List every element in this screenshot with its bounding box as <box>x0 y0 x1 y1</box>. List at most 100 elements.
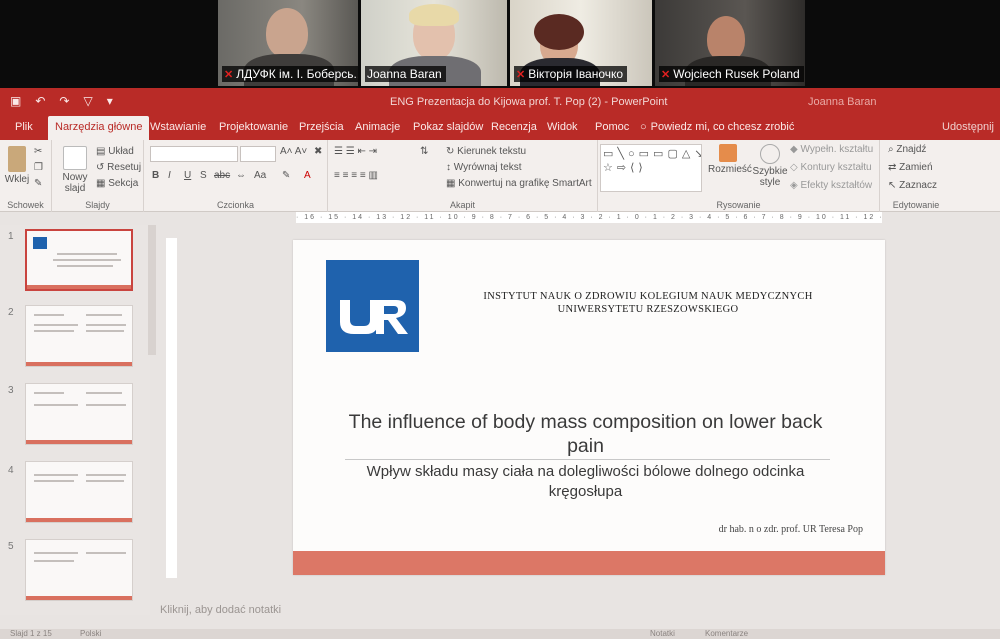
tab-home[interactable]: Narzędzia główne <box>48 116 150 140</box>
title-bar: ▣ ↶ ↷ ▽ ▾ ENG Prezentacja do Kijowa prof… <box>0 88 1000 116</box>
slide-author: dr hab. n o zdr. prof. UR Teresa Pop <box>718 524 863 535</box>
slide-thumbnail-1[interactable] <box>25 229 133 291</box>
horizontal-ruler[interactable]: · 16 · 15 · 14 · 13 · 12 · 11 · 10 · 9 ·… <box>296 212 882 223</box>
shape-outline-label: Kontury kształtu <box>800 162 872 173</box>
text-direction-button[interactable]: ↻ Kierunek tekstu <box>446 146 526 157</box>
shadow-button[interactable]: S <box>200 170 207 181</box>
redo-icon[interactable]: ↷ <box>59 94 69 108</box>
arrange-icon <box>719 144 737 162</box>
slide-thumbnail-5[interactable] <box>25 539 133 601</box>
signed-in-user[interactable]: Joanna Baran <box>808 96 877 108</box>
arrange-button[interactable]: Rozmieść <box>708 144 752 175</box>
new-slide-button[interactable]: Nowy slajd <box>58 146 92 194</box>
slide-thumbnails-panel: 1 2 3 4 5 <box>0 225 150 615</box>
participant-tile-3[interactable]: ✕ Вікторія Іваночко <box>510 0 652 86</box>
section-button[interactable]: ▦ Sekcja <box>96 178 138 189</box>
tell-me-search[interactable]: ○ Powiedz mi, co chcesz zrobić <box>640 116 794 138</box>
cut-icon[interactable]: ✂ <box>34 146 42 157</box>
text-direction-label: Kierunek tekstu <box>457 146 527 157</box>
reset-button[interactable]: ↺ Resetuj <box>96 162 141 173</box>
spacing-icon[interactable]: ⇔ <box>236 170 246 181</box>
grow-font-icon[interactable]: A˄ A˅ <box>280 146 307 157</box>
slide-thumbnail-4[interactable] <box>25 461 133 523</box>
tab-help[interactable]: Pomoc <box>588 116 636 140</box>
participant-tile-1[interactable]: ✕ ЛДУФК ім. І. Боберсь... <box>218 0 358 86</box>
comments-toggle[interactable]: Komentarze <box>705 629 748 638</box>
thumbnail-number: 5 <box>8 541 14 552</box>
section-label: Sekcja <box>108 178 139 189</box>
line-spacing-icon[interactable]: ⇅ <box>420 146 428 157</box>
save-icon[interactable]: ▣ <box>10 94 21 108</box>
present-icon[interactable]: ▽ <box>83 94 92 108</box>
replace-button[interactable]: ⇄ Zamień <box>888 162 933 173</box>
tab-transitions[interactable]: Przejścia <box>292 116 351 140</box>
shape-effects-button[interactable]: ◈ Efekty kształtów <box>790 180 872 191</box>
notes-placeholder[interactable]: Kliknij, aby dodać notatki <box>160 604 281 616</box>
group-clipboard: Wklej ✂ ❐ ✎ Schowek <box>0 140 52 212</box>
paste-label: Wklej <box>4 174 30 185</box>
quick-styles-button[interactable]: Szybkie style <box>752 144 788 188</box>
tab-animations[interactable]: Animacje <box>348 116 407 140</box>
group-editing: ⌕ Znajdź ⇄ Zamień ↖ Zaznacz Edytowanie <box>880 140 952 212</box>
paste-button[interactable]: Wklej <box>4 146 30 185</box>
language-indicator[interactable]: Polski <box>80 629 101 638</box>
tab-view[interactable]: Widok <box>540 116 585 140</box>
font-group-label: Czcionka <box>216 200 254 210</box>
font-size-dropdown[interactable] <box>240 146 276 162</box>
thumbnail-number: 2 <box>8 307 14 318</box>
tab-review[interactable]: Recenzja <box>484 116 544 140</box>
status-bar: Slajd 1 z 15 Polski Notatki Komentarze <box>0 629 1000 639</box>
institute-line-2: UNIWERSYTETU RZESZOWSKIEGO <box>557 304 739 315</box>
shape-outline-button[interactable]: ◇ Kontury kształtu <box>790 162 872 173</box>
notes-toggle[interactable]: Notatki <box>650 629 675 638</box>
italic-button[interactable]: I <box>168 170 171 181</box>
bold-button[interactable]: B <box>152 170 159 181</box>
select-label: Zaznacz <box>899 180 937 191</box>
strikethrough-button[interactable]: abc <box>214 170 230 181</box>
smartart-button[interactable]: ▦ Konwertuj na grafikę SmartArt <box>446 178 592 189</box>
clipboard-icon <box>8 146 26 172</box>
vertical-ruler[interactable] <box>166 238 177 578</box>
undo-icon[interactable]: ↶ <box>35 94 45 108</box>
new-slide-label: Nowy slajd <box>62 172 88 194</box>
underline-button[interactable]: U <box>184 170 191 181</box>
drawing-group-label: Rysowanie <box>716 200 761 210</box>
tab-slideshow[interactable]: Pokaz slajdów <box>406 116 490 140</box>
align-text-button[interactable]: ↕ Wyrównaj tekst <box>446 162 522 173</box>
layout-button[interactable]: ▤ Układ <box>96 146 134 157</box>
shape-fill-button[interactable]: ◆ Wypełn. kształtu <box>790 144 873 155</box>
participant-tile-4[interactable]: ✕ Wojciech Rusek Poland <box>655 0 805 86</box>
tab-design[interactable]: Projektowanie <box>212 116 295 140</box>
share-button[interactable]: Udostępnij <box>942 116 994 138</box>
format-painter-icon[interactable]: ✎ <box>34 178 42 189</box>
thumbnail-scrollbar[interactable] <box>148 225 156 355</box>
clear-format-icon[interactable]: ✖ <box>314 146 322 157</box>
university-logo <box>326 260 419 352</box>
customize-qat-icon[interactable]: ▾ <box>107 94 113 108</box>
group-slides: Nowy slajd ▤ Układ ↺ Resetuj ▦ Sekcja Sl… <box>52 140 144 212</box>
video-call-strip: ✕ ЛДУФК ім. І. Боберсь... Joanna Baran ✕ В… <box>0 0 1000 88</box>
participant-tile-2[interactable]: Joanna Baran <box>361 0 507 86</box>
participant-name: Wojciech Rusek Poland <box>673 67 800 81</box>
participant-name: Вікторія Іваночко <box>528 67 624 81</box>
document-title: ENG Prezentacja do Kijowa prof. T. Pop (… <box>390 96 668 108</box>
change-case-button[interactable]: Aa <box>254 170 266 181</box>
slide-thumbnail-3[interactable] <box>25 383 133 445</box>
tab-file[interactable]: Plik <box>8 116 40 140</box>
layout-label: Układ <box>108 146 134 157</box>
slide-canvas[interactable]: INSTYTUT NAUK O ZDROWIU KOLEGIUM NAUK ME… <box>293 240 885 575</box>
select-button[interactable]: ↖ Zaznacz <box>888 180 937 191</box>
thumbnail-number: 1 <box>8 231 14 242</box>
copy-icon[interactable]: ❐ <box>34 162 43 173</box>
align-icons[interactable]: ≡ ≡ ≡ ≡ ▥ <box>334 170 378 181</box>
font-name-dropdown[interactable] <box>150 146 238 162</box>
slide-counter: Slajd 1 z 15 <box>10 629 52 638</box>
find-button[interactable]: ⌕ Znajdź <box>888 144 926 155</box>
tab-insert[interactable]: Wstawianie <box>143 116 213 140</box>
bullets-icon[interactable]: ☰ ☰ ⇤ ⇥ <box>334 146 377 157</box>
slide-thumbnail-2[interactable] <box>25 305 133 367</box>
font-color-icon[interactable]: A <box>304 170 311 181</box>
shapes-gallery[interactable]: ▭╲○▭▭▢△↘↗↔→↓{}☆⇨⟨⟩ <box>600 144 702 192</box>
highlight-icon[interactable]: ✎ <box>282 170 290 181</box>
tell-me-label: Powiedz mi, co chcesz zrobić <box>650 121 795 133</box>
